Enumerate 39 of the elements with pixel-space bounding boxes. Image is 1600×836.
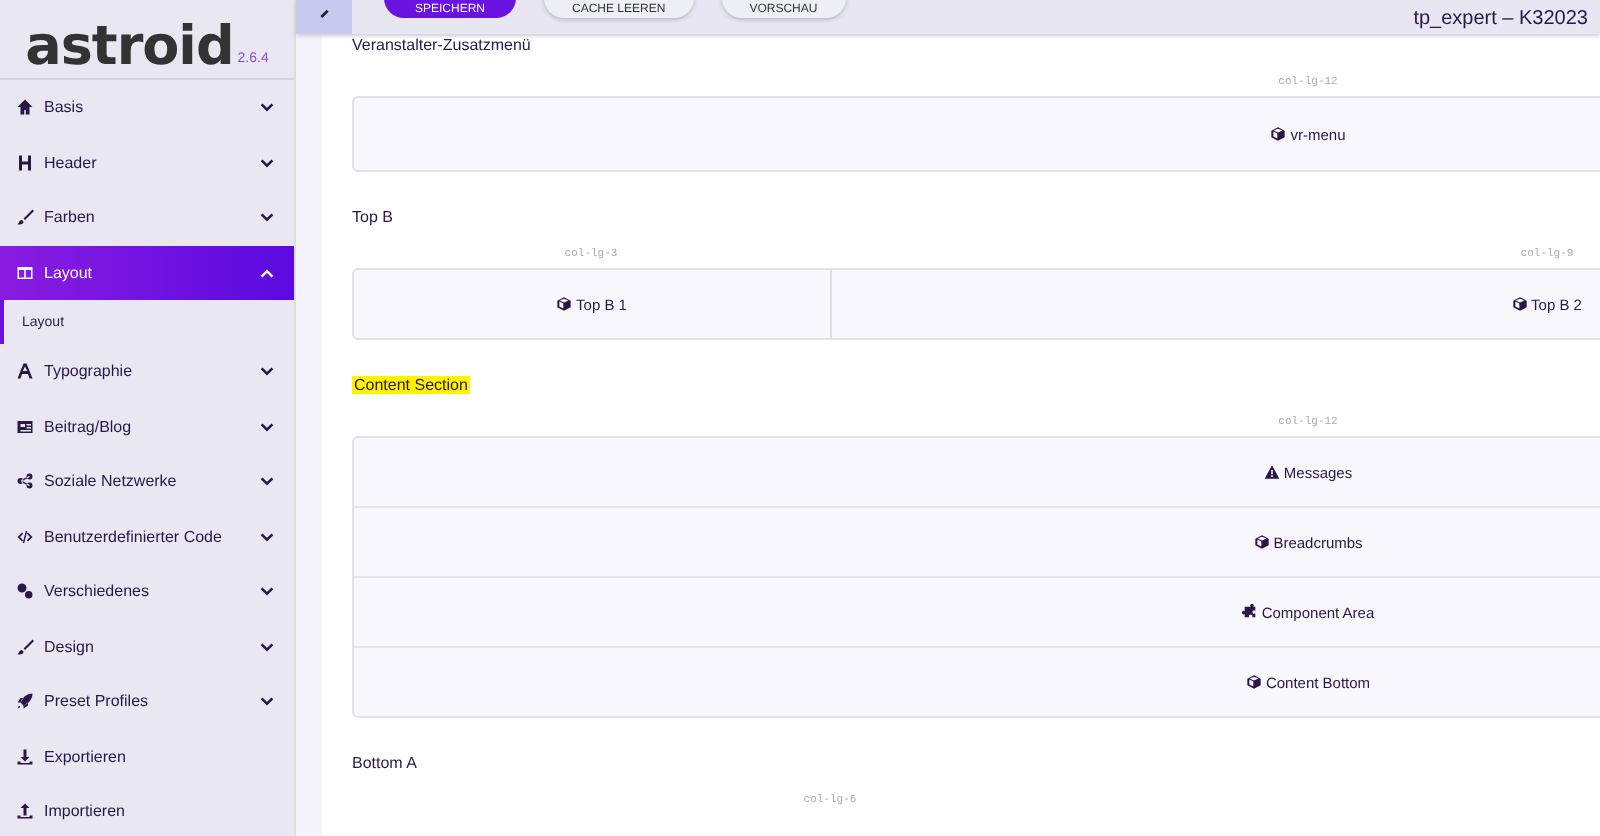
rocket-icon [16,692,34,711]
site-name: tp_expert – K32023 [1413,10,1588,30]
columns-icon [16,263,34,282]
sidebar-item[interactable]: Beitrag/Blog [0,399,294,454]
upload-icon [16,802,34,821]
back-button[interactable] [296,0,352,34]
heading-icon [16,153,34,172]
sidebar-item[interactable]: Exportieren [0,729,294,784]
letter-icon [16,362,34,381]
sidebar-item[interactable]: Verschiedenes [0,564,294,619]
puzzle-icon [1241,604,1258,620]
section-title: Veranstalter-Zusatzmenü [352,36,531,54]
newspaper-icon [16,417,34,436]
share-icon [16,472,34,491]
sidebar-item[interactable]: Preset Profiles [0,674,294,729]
cube-icon [1245,674,1262,690]
home-icon [16,98,34,117]
sidebar-item[interactable]: Importieren [0,784,294,836]
sidebar-item[interactable]: Design [0,619,294,674]
cube-icon [1253,534,1270,550]
sidebar-item[interactable]: Typographie [0,344,294,399]
code-icon [16,527,34,546]
warning-icon [1263,464,1280,480]
section-title: Bottom A [352,754,417,772]
cube-icon [1511,296,1528,312]
brush-icon [16,208,34,227]
download-icon [16,747,34,766]
sidebar-item[interactable]: Basis [0,80,294,135]
sidebar-item[interactable]: Layout [0,245,294,300]
cube-icon [1270,126,1287,142]
sidebar-item[interactable]: Soziale Netzwerke [0,454,294,509]
section-title: Content Section [352,376,470,394]
cube-icon [556,296,573,312]
section-title: Top B [352,208,393,226]
sidebar-item[interactable]: Farben [0,190,294,245]
logo-text: astroid [25,20,234,74]
brush-icon [16,637,34,656]
sidebar-item[interactable]: Header [0,135,294,190]
sidebar-item[interactable]: Benutzerdefinierter Code [0,509,294,564]
